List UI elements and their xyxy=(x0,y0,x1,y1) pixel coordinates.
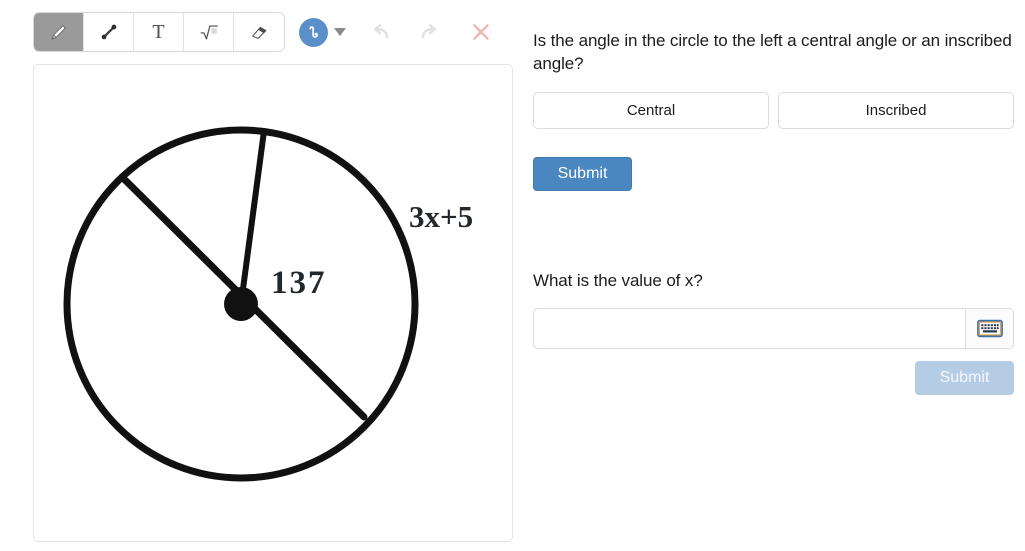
angle-measure-label: 137 xyxy=(271,265,327,301)
pencil-tool[interactable] xyxy=(34,13,84,51)
text-tool[interactable]: T xyxy=(134,13,184,51)
undo-arrow-icon xyxy=(373,24,389,39)
stroke-width-button[interactable] xyxy=(299,17,328,47)
eraser-icon xyxy=(252,26,267,39)
choice-central[interactable]: Central xyxy=(533,92,769,129)
question-1-text: Is the angle in the circle to the left a… xyxy=(533,31,1012,73)
choice-inscribed[interactable]: Inscribed xyxy=(778,92,1014,129)
undo-button[interactable] xyxy=(368,19,394,45)
tool-group: T xyxy=(33,12,285,52)
question-2-answer-row xyxy=(533,308,1014,349)
pencil-icon xyxy=(51,25,66,40)
answer-input[interactable] xyxy=(534,309,965,348)
clear-canvas-button[interactable] xyxy=(468,19,494,45)
question-2-submit-button[interactable]: Submit xyxy=(915,361,1014,395)
question-1-choices: Central Inscribed xyxy=(533,92,1014,129)
redo-button[interactable] xyxy=(416,19,442,45)
math-tool[interactable] xyxy=(184,13,234,51)
line-segment-icon xyxy=(101,24,116,40)
question-panel: Is the angle in the circle to the left a… xyxy=(533,0,1025,551)
question-1-submit-button[interactable]: Submit xyxy=(533,157,632,191)
line-tool[interactable] xyxy=(84,13,134,51)
arc-expression-label: 3x+5 xyxy=(409,199,473,234)
squiggle-stroke-icon xyxy=(308,26,318,38)
chevron-down-icon[interactable] xyxy=(334,28,346,36)
eraser-tool[interactable] xyxy=(234,13,284,51)
question-2-text: What is the value of x? xyxy=(533,271,703,290)
math-keyboard-button[interactable] xyxy=(965,309,1013,348)
drawing-panel: T 137 3x+5 xyxy=(0,0,520,551)
drawing-toolbar: T xyxy=(33,12,494,52)
circle-angle-figure: 137 3x+5 xyxy=(63,126,473,482)
close-x-icon xyxy=(473,24,489,40)
stroke-width-picker xyxy=(299,17,346,47)
redo-arrow-icon xyxy=(421,24,437,39)
square-root-icon xyxy=(200,25,218,40)
drawing-canvas[interactable]: 137 3x+5 xyxy=(33,64,513,542)
center-point xyxy=(224,287,258,321)
text-t-icon: T xyxy=(152,20,165,43)
keyboard-icon xyxy=(976,319,1003,338)
